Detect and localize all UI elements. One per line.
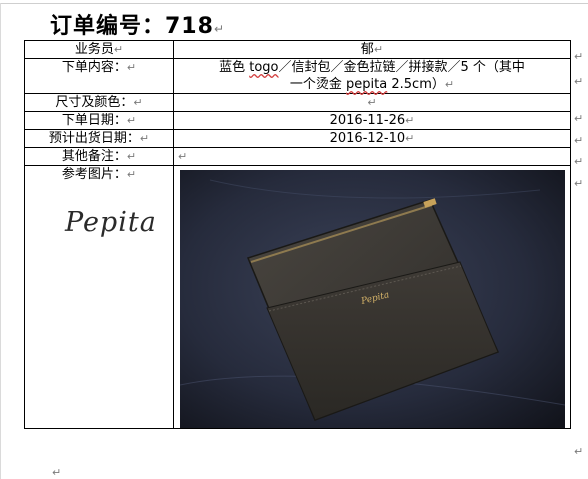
reference-image-label-cell: 参考图片：↵ Pepita bbox=[24, 165, 174, 429]
remarks-label-cell: 其他备注：↵ bbox=[24, 147, 174, 166]
paragraph-mark-icon: ↵ bbox=[405, 132, 415, 145]
order-date-label: 下单日期： bbox=[61, 113, 127, 128]
order-content-line2-pre: 一个烫金 bbox=[289, 77, 347, 92]
remarks-label: 其他备注： bbox=[61, 149, 127, 164]
paragraph-mark-icon: ↵ bbox=[126, 168, 137, 181]
salesperson-label-cell: 业务员↵ bbox=[24, 40, 174, 59]
salesperson-value: 郁 bbox=[360, 42, 374, 57]
row-end-mark: ↵ bbox=[574, 50, 584, 63]
paragraph-mark-icon: ↵ bbox=[126, 114, 137, 127]
ship-date-value-cell: 2016-12-10↵ bbox=[173, 129, 571, 148]
order-content-value-cell: 蓝色 togo／信封包／金色拉链／拼接款／5 个（其中 一个烫金 pepita … bbox=[173, 58, 571, 94]
order-content-brand-togo: togo bbox=[249, 60, 279, 75]
table-row-remarks: 其他备注：↵ ↵ bbox=[24, 147, 571, 166]
size-color-value-cell: ↵ bbox=[173, 93, 571, 112]
paragraph-mark-icon: ↵ bbox=[367, 96, 377, 109]
size-color-label: 尺寸及颜色： bbox=[55, 95, 134, 110]
order-content-label: 下单内容： bbox=[61, 60, 127, 75]
order-content-line1-post: ／信封包／金色拉链／拼接款／5 个（其中 bbox=[278, 60, 525, 75]
table-row-order-date: 下单日期：↵ 2016-11-26↵ bbox=[24, 111, 571, 130]
salesperson-value-cell: 郁↵ bbox=[173, 40, 571, 59]
table-row-reference-image: 参考图片：↵ Pepita Pepita bbox=[24, 165, 571, 429]
row-end-mark: ↵ bbox=[574, 177, 584, 190]
reference-image-cell: Pepita bbox=[173, 165, 571, 429]
size-color-label-cell: 尺寸及颜色：↵ bbox=[24, 93, 174, 112]
paragraph-mark-icon: ↵ bbox=[178, 150, 188, 163]
paragraph-mark-icon: ↵ bbox=[213, 22, 225, 36]
order-content-line1-pre: 蓝色 bbox=[219, 60, 250, 75]
salesperson-label: 业务员 bbox=[74, 42, 114, 57]
order-title-text: 订单编号：718 bbox=[50, 14, 214, 39]
order-table: 业务员↵ 郁↵ 下单内容：↵ 蓝色 togo／信封包／金色拉链／拼接款／5 个（… bbox=[24, 40, 571, 429]
order-date-value-cell: 2016-11-26↵ bbox=[173, 111, 571, 130]
paragraph-mark-icon: ↵ bbox=[113, 43, 124, 56]
pepita-signature-logo: Pepita bbox=[65, 207, 157, 238]
ship-date-label: 预计出货日期： bbox=[48, 131, 140, 146]
paragraph-mark-icon: ↵ bbox=[444, 78, 455, 91]
row-end-mark: ↵ bbox=[574, 155, 584, 168]
order-content-label-cell: 下单内容：↵ bbox=[24, 58, 174, 94]
paragraph-mark-icon: ↵ bbox=[126, 61, 137, 74]
row-end-mark: ↵ bbox=[574, 445, 584, 458]
row-end-mark: ↵ bbox=[574, 134, 584, 147]
reference-photo: Pepita bbox=[179, 170, 565, 428]
envelope-clutch-photo: Pepita bbox=[179, 170, 565, 428]
order-date-label-cell: 下单日期：↵ bbox=[24, 111, 174, 130]
ship-date-value: 2016-12-10 bbox=[329, 131, 406, 146]
table-row-order-content: 下单内容：↵ 蓝色 togo／信封包／金色拉链／拼接款／5 个（其中 一个烫金 … bbox=[24, 58, 571, 94]
reference-image-label: 参考图片： bbox=[61, 167, 127, 182]
paragraph-mark-icon: ↵ bbox=[126, 150, 137, 163]
order-title: 订单编号：718↵ bbox=[50, 8, 225, 40]
table-row-ship-date: 预计出货日期：↵ 2016-12-10↵ bbox=[24, 129, 571, 148]
remarks-value-cell: ↵ bbox=[173, 147, 571, 166]
order-date-value: 2016-11-26 bbox=[329, 113, 406, 128]
table-row-salesperson: 业务员↵ 郁↵ bbox=[24, 40, 571, 59]
paragraph-mark-icon: ↵ bbox=[133, 96, 143, 109]
row-end-mark: ↵ bbox=[574, 75, 584, 88]
table-row-size-color: 尺寸及颜色：↵ ↵ bbox=[24, 93, 571, 112]
ship-date-label-cell: 预计出货日期：↵ bbox=[24, 129, 174, 148]
paragraph-mark-icon: ↵ bbox=[52, 466, 62, 479]
order-content-brand-pepita: pepita bbox=[346, 77, 388, 92]
paragraph-mark-icon: ↵ bbox=[139, 132, 150, 145]
page-top-rule bbox=[0, 3, 588, 4]
order-content-line2-post: 2.5cm） bbox=[387, 77, 445, 92]
row-end-mark: ↵ bbox=[574, 112, 584, 125]
page-left-rule bbox=[0, 3, 1, 479]
paragraph-mark-icon: ↵ bbox=[405, 114, 415, 127]
paragraph-mark-icon: ↵ bbox=[373, 43, 384, 56]
